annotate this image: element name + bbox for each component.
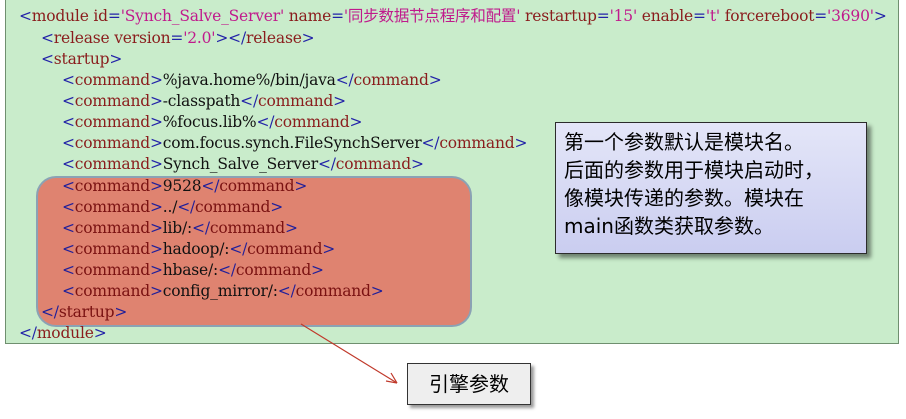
command-value: 9528 bbox=[162, 177, 202, 195]
attr-key-name: name bbox=[288, 7, 332, 25]
command-tag-name: command bbox=[195, 198, 271, 216]
command-tag-name: command bbox=[74, 92, 150, 110]
command-tag-name: command bbox=[74, 261, 150, 279]
command-line: <command>%java.home%/bin/java</command> bbox=[62, 71, 442, 89]
tag-bracket: > bbox=[301, 29, 315, 47]
command-tag-name: command bbox=[74, 134, 150, 152]
command-tag-name: command bbox=[74, 71, 150, 89]
startup-close-line: </startup> bbox=[41, 303, 128, 321]
tag-bracket: </ bbox=[228, 29, 246, 47]
command-line: <command>-classpath</command> bbox=[62, 92, 346, 110]
tag-bracket: > bbox=[215, 29, 229, 47]
note-line: 后面的参数用于模块启动时， bbox=[564, 158, 824, 182]
command-value: lib/: bbox=[162, 219, 193, 237]
command-value: Synch_Salve_Server bbox=[162, 155, 318, 173]
command-line: <command>%focus.lib%</command> bbox=[62, 113, 363, 131]
command-tag-name: command bbox=[353, 71, 429, 89]
command-tag-name: command bbox=[74, 155, 150, 173]
command-line: <command>Synch_Salve_Server</command> bbox=[62, 155, 424, 173]
command-tag-name: command bbox=[235, 261, 312, 279]
arrow-head-icon bbox=[385, 372, 398, 384]
attr-key-restartup: restartup bbox=[525, 7, 597, 25]
release-element-name: release bbox=[53, 29, 110, 47]
release-element-name: release bbox=[245, 29, 302, 47]
engine-params-label: 引擎参数 bbox=[407, 363, 531, 405]
module-open-line: <module id='Synch_Salve_Server' name='同步… bbox=[19, 7, 887, 25]
command-value: hbase/: bbox=[162, 261, 219, 279]
startup-open-line: <startup> bbox=[41, 50, 123, 68]
command-tag-name: command bbox=[439, 134, 515, 152]
module-element-name: module bbox=[31, 7, 89, 25]
command-line: <command>9528</command> bbox=[62, 177, 308, 195]
command-line: <command>hbase/:</command> bbox=[62, 261, 324, 279]
startup-element-name: startup bbox=[53, 50, 110, 68]
attr-value-id: 'Synch_Salve_Server' bbox=[120, 7, 285, 25]
command-tag-name: command bbox=[74, 240, 150, 258]
module-element-name: module bbox=[36, 324, 94, 342]
command-tag-name: command bbox=[74, 177, 150, 195]
tag-bracket: > bbox=[873, 7, 887, 25]
command-line: <command>lib/:</command> bbox=[62, 219, 298, 237]
release-line: <release version='2.0'></release> bbox=[41, 29, 315, 47]
startup-element-name: startup bbox=[58, 303, 115, 321]
command-tag-name: command bbox=[247, 240, 323, 258]
note-line: 第一个参数默认是模块名。 bbox=[564, 130, 804, 154]
command-value: config_mirror/: bbox=[162, 282, 278, 300]
command-tag-name: command bbox=[295, 282, 371, 300]
attr-value-name: '同步数据节点程序和配置' bbox=[343, 7, 521, 25]
command-line: <command>config_mirror/:</command> bbox=[62, 282, 384, 300]
note-callout: 第一个参数默认是模块名。 后面的参数用于模块启动时， 像模块传递的参数。模块在 … bbox=[555, 122, 867, 254]
command-tag-name: command bbox=[257, 92, 334, 110]
command-value: hadoop/: bbox=[162, 240, 230, 258]
tag-bracket: < bbox=[19, 7, 32, 25]
attr-value-enable: 't' bbox=[705, 7, 720, 25]
command-tag-name: command bbox=[209, 219, 285, 237]
command-value: ../ bbox=[162, 198, 178, 216]
command-value: %java.home%/bin/java bbox=[162, 71, 336, 89]
command-value: com.focus.synch.FileSynchServer bbox=[162, 134, 422, 152]
command-tag-name: command bbox=[74, 113, 150, 131]
attr-key-version: version bbox=[114, 29, 171, 47]
command-tag-name: command bbox=[274, 113, 350, 131]
attr-key-enable: enable bbox=[641, 7, 694, 25]
attr-key-forcereboot: forcereboot bbox=[724, 7, 815, 25]
command-tag-name: command bbox=[74, 219, 150, 237]
module-close-line: </module> bbox=[19, 324, 107, 342]
command-tag-name: command bbox=[219, 177, 295, 195]
attr-key-id: id bbox=[93, 7, 108, 25]
command-line: <command>com.focus.synch.FileSynchServer… bbox=[62, 134, 528, 152]
note-line: main函数类获取参数。 bbox=[564, 214, 774, 238]
note-line: 像模块传递的参数。模块在 bbox=[564, 186, 804, 210]
command-tag-name: command bbox=[335, 155, 411, 173]
command-line: <command>hadoop/:</command> bbox=[62, 240, 336, 258]
attr-value-version: '2.0' bbox=[183, 29, 216, 47]
command-tag-name: command bbox=[74, 282, 150, 300]
attr-value-restartup: '15' bbox=[609, 7, 638, 25]
command-value: -classpath bbox=[162, 92, 241, 110]
command-line: <command>../</command> bbox=[62, 198, 283, 216]
command-value: %focus.lib% bbox=[162, 113, 257, 131]
attr-value-forcereboot: '3690' bbox=[827, 7, 874, 25]
command-tag-name: command bbox=[74, 198, 150, 216]
tag-bracket: < bbox=[41, 29, 54, 47]
